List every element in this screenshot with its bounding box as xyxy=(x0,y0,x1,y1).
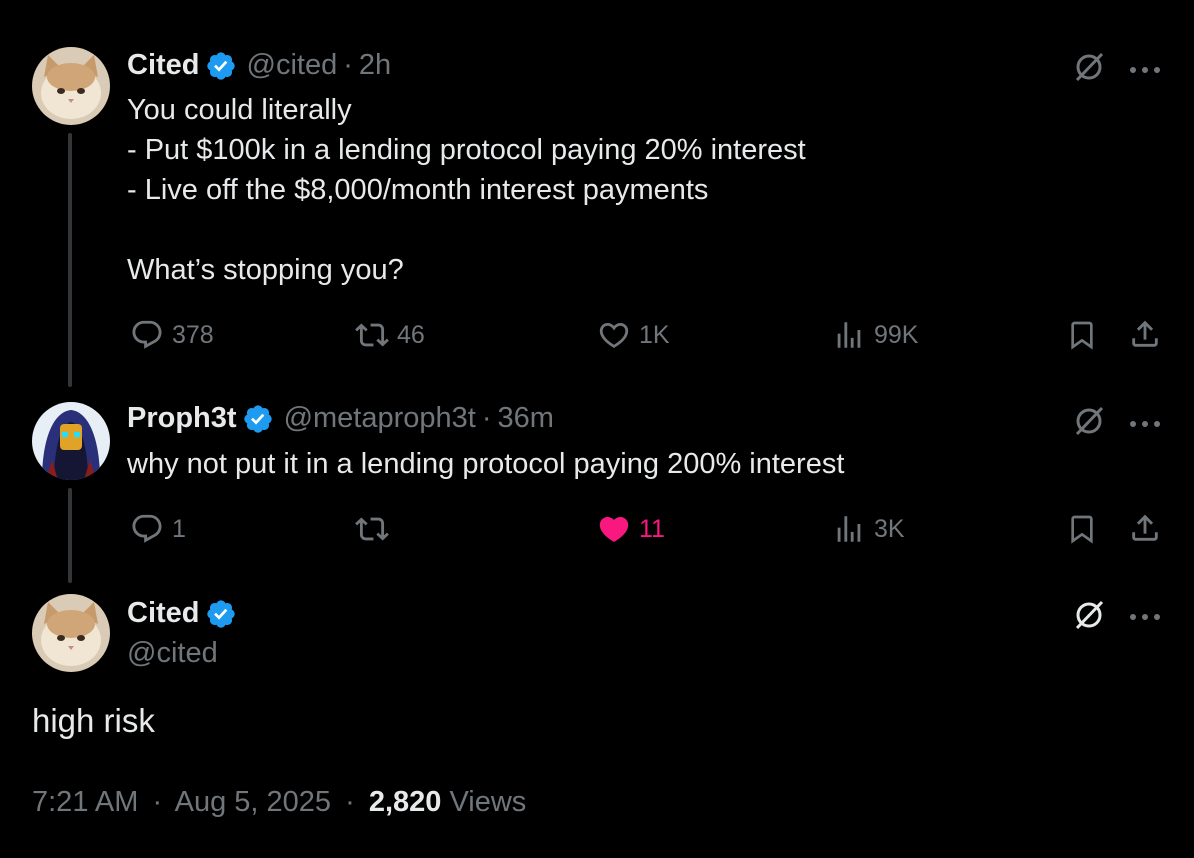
timestamp[interactable]: 2h xyxy=(359,49,391,82)
views-icon xyxy=(837,322,861,348)
display-name[interactable]: Proph3t xyxy=(127,402,237,435)
view-count: 99K xyxy=(874,320,919,349)
grok-icon[interactable] xyxy=(1072,50,1106,89)
main-tweet-header: Cited xyxy=(127,597,247,630)
more-icon[interactable] xyxy=(1128,62,1162,80)
handle[interactable]: @cited xyxy=(127,637,218,670)
tweet-text-line xyxy=(127,210,806,250)
separator: · xyxy=(343,49,353,81)
tweet-text: You could literally - Put $100k in a len… xyxy=(127,90,806,290)
repost-icon xyxy=(355,323,389,347)
verified-badge-icon xyxy=(205,598,237,630)
view-count: 3K xyxy=(874,514,905,543)
display-name[interactable]: Cited xyxy=(127,597,200,630)
tweet-header: Proph3t @metaproph3t · 36m xyxy=(127,402,554,435)
avatar[interactable] xyxy=(32,594,110,672)
views-icon xyxy=(837,516,861,542)
like-button[interactable]: 11 xyxy=(597,512,665,546)
grok-icon[interactable] xyxy=(1072,404,1106,443)
bookmark-icon[interactable] xyxy=(1066,318,1098,357)
grok-icon[interactable] xyxy=(1072,598,1106,637)
main-tweet-text: high risk xyxy=(32,702,155,739)
views-count: 2,820 xyxy=(368,786,442,818)
views-button[interactable]: 99K xyxy=(832,318,918,352)
repost-icon xyxy=(355,517,389,541)
like-button[interactable]: 1K xyxy=(597,318,670,352)
reply-icon xyxy=(132,320,162,349)
like-icon xyxy=(599,322,629,348)
separator: · xyxy=(481,402,492,434)
avatar[interactable] xyxy=(32,47,110,125)
avatar[interactable] xyxy=(32,402,110,480)
bookmark-icon[interactable] xyxy=(1066,512,1098,551)
separator: · xyxy=(345,786,355,818)
thread-line xyxy=(68,133,72,387)
reply-button[interactable]: 378 xyxy=(130,318,214,352)
main-handle-row: @cited xyxy=(127,637,218,670)
timestamp[interactable]: 36m xyxy=(498,402,554,435)
tweet-text-line: You could literally xyxy=(127,94,352,126)
tweet-text-line: why not put it in a lending protocol pay… xyxy=(127,448,845,480)
reply-count: 1 xyxy=(172,514,186,543)
share-icon[interactable] xyxy=(1128,316,1162,357)
post-time[interactable]: 7:21 AM xyxy=(32,786,138,818)
tweet-header: Cited @cited · 2h xyxy=(127,49,391,82)
repost-button[interactable] xyxy=(355,512,397,546)
like-count: 11 xyxy=(639,514,665,543)
separator: · xyxy=(152,786,163,818)
reply-icon xyxy=(132,514,162,543)
thread-line xyxy=(68,488,72,583)
like-count: 1K xyxy=(639,320,670,349)
more-icon[interactable] xyxy=(1128,416,1162,434)
tweet-text-line: - Live off the $8,000/month interest pay… xyxy=(127,174,709,206)
post-date[interactable]: Aug 5, 2025 xyxy=(175,786,331,818)
views-button[interactable]: 3K xyxy=(832,512,905,546)
tweet-text-line: What’s stopping you? xyxy=(127,254,404,286)
reply-count: 378 xyxy=(172,320,214,349)
handle[interactable]: @cited xyxy=(247,49,338,82)
like-icon xyxy=(599,516,629,542)
share-icon[interactable] xyxy=(1128,510,1162,551)
tweet-text-line: - Put $100k in a lending protocol paying… xyxy=(127,134,806,166)
verified-badge-icon xyxy=(205,50,237,82)
tweet-text: why not put it in a lending protocol pay… xyxy=(127,444,844,484)
handle[interactable]: @metaproph3t xyxy=(284,402,476,435)
more-icon[interactable] xyxy=(1128,609,1162,627)
repost-button[interactable]: 46 xyxy=(355,318,425,352)
tweet-thread: Cited @cited · 2h You could literally - … xyxy=(0,0,1194,858)
tweet-meta: 7:21 AM · Aug 5, 2025 · 2,820 Views xyxy=(32,786,526,819)
display-name[interactable]: Cited xyxy=(127,49,200,82)
repost-count: 46 xyxy=(397,320,425,349)
verified-badge-icon xyxy=(242,403,274,435)
reply-button[interactable]: 1 xyxy=(130,512,186,546)
views-label: Views xyxy=(449,786,527,818)
